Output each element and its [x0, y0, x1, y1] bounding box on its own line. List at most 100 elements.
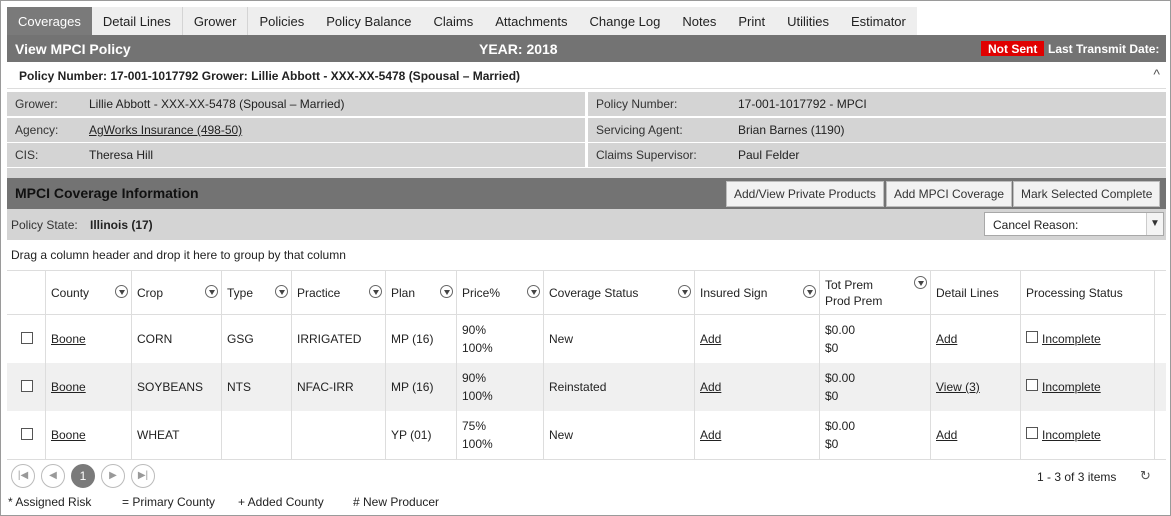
tab-policies[interactable]: Policies — [247, 7, 315, 35]
tab-grower[interactable]: Grower — [181, 7, 248, 35]
column-header-coverage-status[interactable]: Coverage Status — [544, 271, 695, 314]
tab-coverages[interactable]: Coverages — [7, 7, 92, 35]
cis-value: Theresa Hill — [89, 148, 154, 162]
first-page-icon[interactable]: |◀ — [11, 464, 35, 488]
tab-utilities[interactable]: Utilities — [776, 7, 840, 35]
servicing-agent-label: Servicing Agent: — [596, 123, 683, 137]
group-by-drop-zone[interactable]: Drag a column header and drop it here to… — [7, 240, 1166, 271]
prod-prem-label: Prod Prem — [825, 294, 883, 308]
plan-cell: MP (16) — [391, 332, 434, 346]
processing-status-checkbox[interactable] — [1026, 379, 1038, 391]
county-link[interactable]: Boone — [51, 380, 86, 394]
status-badge: Not Sent — [981, 41, 1045, 56]
policy-info-panel: Grower: Lillie Abbott - XXX-XX-5478 (Spo… — [7, 92, 1166, 168]
tab-change-log[interactable]: Change Log — [579, 7, 672, 35]
servicing-agent-field: Servicing Agent: Brian Barnes (1190) — [588, 118, 1166, 142]
county-link[interactable]: Boone — [51, 428, 86, 442]
mark-selected-complete-button[interactable]: Mark Selected Complete — [1013, 181, 1161, 207]
plan-cell: YP (01) — [391, 428, 432, 442]
row-select-checkbox[interactable] — [21, 380, 33, 392]
refresh-icon[interactable]: ↻ — [1140, 468, 1151, 484]
type-header-label: Type — [227, 286, 254, 300]
column-header-crop[interactable]: Crop — [132, 271, 222, 314]
processing-status-link[interactable]: Incomplete — [1042, 332, 1101, 346]
insured-sign-add-link[interactable]: Add — [700, 380, 721, 394]
collapse-icon[interactable]: ^ — [1153, 66, 1160, 82]
page-number-button[interactable]: 1 — [71, 464, 95, 488]
insured-sign-add-link[interactable]: Add — [700, 428, 721, 442]
insured-sign-add-link[interactable]: Add — [700, 332, 721, 346]
tab-claims[interactable]: Claims — [423, 7, 485, 35]
plan-cell: MP (16) — [391, 380, 434, 394]
add-mpci-coverage-button[interactable]: Add MPCI Coverage — [886, 181, 1013, 207]
table-row[interactable]: Boone CORN GSG IRRIGATED MP (16) 90% 100%… — [7, 315, 1166, 363]
column-header-processing-status[interactable]: Processing Status — [1021, 271, 1155, 314]
grower-field: Grower: Lillie Abbott - XXX-XX-5478 (Spo… — [7, 92, 585, 116]
processing-status-link[interactable]: Incomplete — [1042, 380, 1101, 394]
crop-cell: WHEAT — [137, 428, 180, 442]
filter-icon[interactable] — [440, 285, 453, 298]
crop-cell: SOYBEANS — [137, 380, 204, 394]
column-header-practice[interactable]: Practice — [292, 271, 386, 314]
chevron-down-icon[interactable]: ▼ — [1146, 213, 1163, 235]
tab-print[interactable]: Print — [727, 7, 776, 35]
filter-icon[interactable] — [803, 285, 816, 298]
column-header-premium[interactable]: Tot Prem Prod Prem — [820, 271, 931, 314]
column-header-price[interactable]: Price% — [457, 271, 544, 314]
filter-icon[interactable] — [205, 285, 218, 298]
practice-header-label: Practice — [297, 286, 341, 300]
detail-lines-link[interactable]: Add — [936, 332, 957, 346]
row-select-checkbox[interactable] — [21, 428, 33, 440]
next-page-icon[interactable]: ▶ — [101, 464, 125, 488]
column-header-plan[interactable]: Plan — [386, 271, 457, 314]
crop-header-label: Crop — [137, 286, 164, 300]
agency-link[interactable]: AgWorks Insurance (498-50) — [89, 123, 242, 137]
processing-status-checkbox[interactable] — [1026, 331, 1038, 343]
detail-lines-link[interactable]: View (3) — [936, 380, 980, 394]
tab-notes[interactable]: Notes — [671, 7, 727, 35]
column-header-county[interactable]: County — [46, 271, 132, 314]
filter-icon[interactable] — [275, 285, 288, 298]
detail-lines-header-label: Detail Lines — [936, 286, 999, 300]
prev-page-icon[interactable]: ◀ — [41, 464, 65, 488]
scrollbar-header — [1155, 271, 1166, 314]
filter-icon[interactable] — [914, 276, 927, 289]
tab-attachments[interactable]: Attachments — [484, 7, 578, 35]
policy-number-field: Policy Number: 17-001-1017792 - MPCI — [588, 92, 1166, 116]
filter-icon[interactable] — [678, 285, 691, 298]
column-header-type[interactable]: Type — [222, 271, 292, 314]
tab-policy-balance[interactable]: Policy Balance — [315, 7, 422, 35]
detail-lines-link[interactable]: Add — [936, 428, 957, 442]
table-row[interactable]: Boone SOYBEANS NTS NFAC-IRR MP (16) 90% 1… — [7, 363, 1166, 411]
filter-icon[interactable] — [369, 285, 382, 298]
last-page-icon[interactable]: ▶| — [131, 464, 155, 488]
page-title: View MPCI Policy — [15, 41, 131, 57]
column-header-detail-lines[interactable]: Detail Lines — [931, 271, 1021, 314]
county-header-label: County — [51, 286, 90, 300]
filter-icon[interactable] — [527, 285, 540, 298]
tab-estimator[interactable]: Estimator — [840, 7, 917, 35]
processing-status-checkbox[interactable] — [1026, 427, 1038, 439]
premium-cell: $0.00 $0 — [825, 371, 856, 403]
coverage-status-cell: Reinstated — [549, 380, 607, 394]
cancel-reason-text: Cancel Reason: — [993, 218, 1079, 232]
row-select-checkbox[interactable] — [21, 332, 33, 344]
claims-supervisor-label: Claims Supervisor: — [596, 148, 697, 162]
processing-status-link[interactable]: Incomplete — [1042, 428, 1101, 442]
county-link[interactable]: Boone — [51, 332, 86, 346]
plan-header-label: Plan — [391, 286, 416, 300]
column-header-insured-sign[interactable]: Insured Sign — [695, 271, 820, 314]
policy-summary-line[interactable]: Policy Number: 17-001-1017792 Grower: Li… — [7, 63, 1166, 89]
policy-state-value: Illinois (17) — [90, 218, 153, 232]
tab-detail-lines[interactable]: Detail Lines — [92, 7, 182, 35]
price-cell: 90% 100% — [462, 371, 493, 403]
price-header-label: Price% — [462, 286, 501, 300]
legend-assigned-risk: * Assigned Risk — [8, 495, 92, 509]
filter-icon[interactable] — [115, 285, 128, 298]
cis-label: CIS: — [15, 148, 39, 162]
table-row[interactable]: Boone WHEAT YP (01) 75% 100% New Add $0.0… — [7, 411, 1166, 459]
add-view-private-products-button[interactable]: Add/View Private Products — [726, 181, 884, 207]
cancel-reason-select[interactable]: Cancel Reason: ▼ — [984, 212, 1164, 236]
grid-header-row: County Crop Type Practice Plan Price% Co… — [7, 271, 1166, 315]
policy-header-bar: View MPCI Policy YEAR: 2018 Not Sent Las… — [7, 35, 1166, 62]
